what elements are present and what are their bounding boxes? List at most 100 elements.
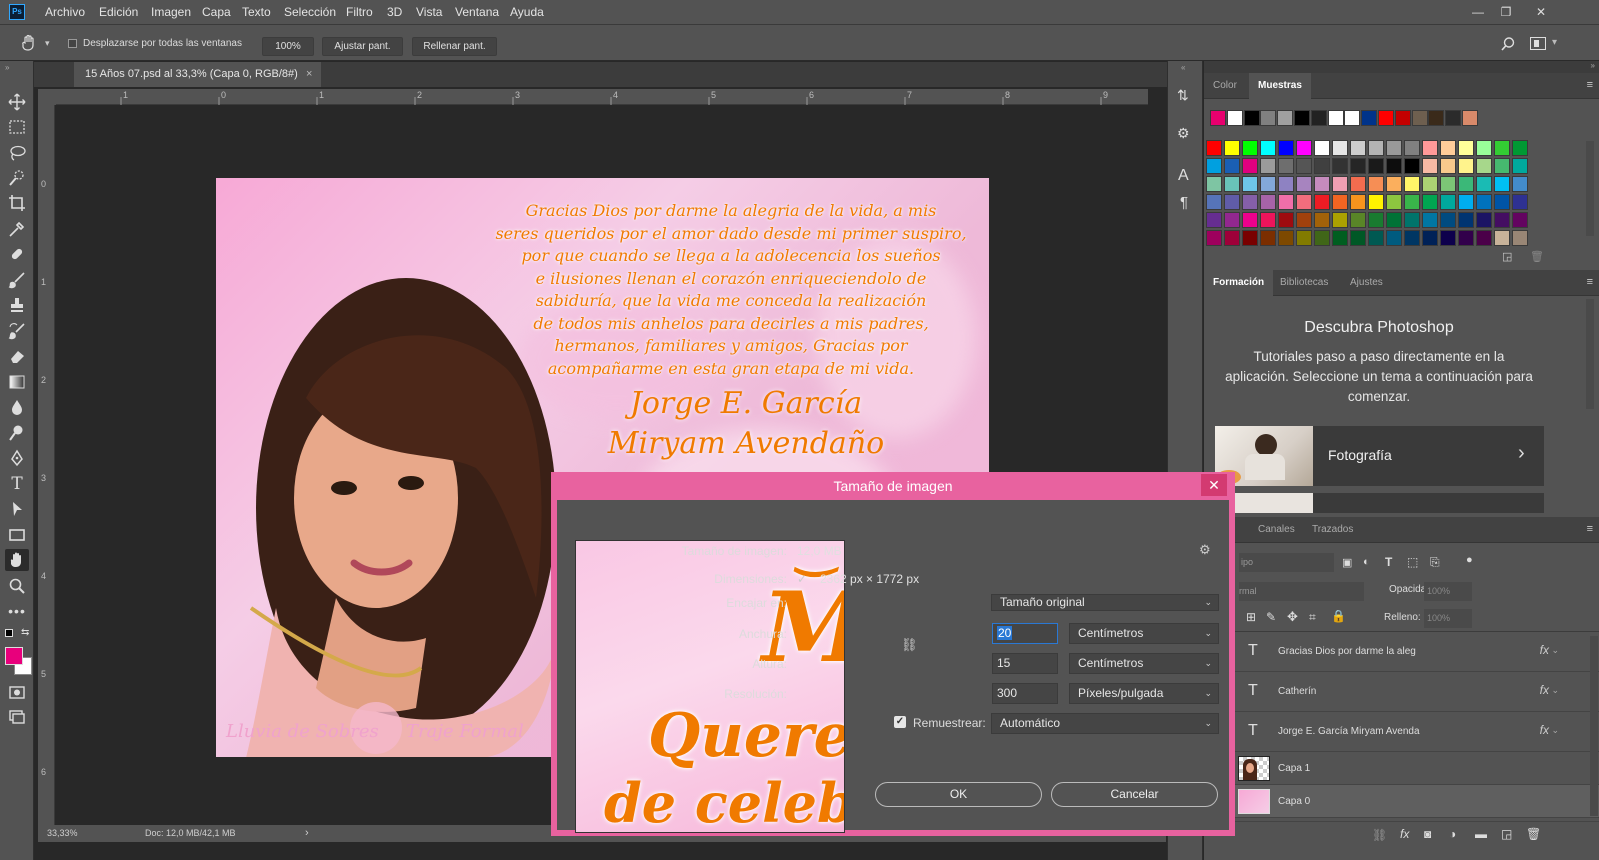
add-mask-icon[interactable]: ◙ <box>1424 827 1431 841</box>
color-swatch[interactable] <box>1440 212 1456 228</box>
color-swatch[interactable] <box>1332 176 1348 192</box>
close-tab-icon[interactable]: × <box>306 62 312 87</box>
width-unit-select[interactable]: Centímetros ⌄ <box>1069 623 1219 644</box>
marquee-tool-icon[interactable] <box>5 116 29 138</box>
color-swatch[interactable] <box>1476 176 1492 192</box>
color-swatch[interactable] <box>1512 212 1528 228</box>
resample-select[interactable]: Automático ⌄ <box>991 713 1219 734</box>
chevron-down-icon[interactable]: ⌄ <box>1551 685 1559 696</box>
status-menu-arrow[interactable]: › <box>305 827 309 839</box>
new-group-icon[interactable]: ▬ <box>1475 827 1487 841</box>
color-swatch[interactable] <box>1242 140 1258 156</box>
menu-ayuda[interactable]: Ayuda <box>510 0 544 25</box>
scroll-all-checkbox[interactable] <box>68 39 77 48</box>
color-swatch[interactable] <box>1394 110 1411 126</box>
resolution-unit-select[interactable]: Píxeles/pulgada ⌄ <box>1069 683 1219 704</box>
menu-ventana[interactable]: Ventana <box>455 0 499 25</box>
color-swatch[interactable] <box>1428 110 1445 126</box>
color-swatch[interactable] <box>1243 110 1260 126</box>
layer-row[interactable]: T Gracias Dios por darme la aleg fx ⌄ <box>1204 632 1599 672</box>
resample-checkbox[interactable]: ✓ <box>894 716 906 728</box>
color-swatch[interactable] <box>1278 194 1294 210</box>
color-swatch[interactable] <box>1350 230 1366 246</box>
color-swatch[interactable] <box>1512 194 1528 210</box>
swap-colors-icon[interactable]: ⇆ <box>21 627 29 638</box>
color-swatch[interactable] <box>1327 110 1344 126</box>
filter-toggle-icon[interactable]: ● <box>1466 554 1473 566</box>
clone-stamp-tool-icon[interactable] <box>5 294 29 316</box>
filter-adjustment-icon[interactable]: ◐ <box>1363 556 1370 568</box>
color-swatch[interactable] <box>1278 212 1294 228</box>
color-swatch[interactable] <box>1494 212 1510 228</box>
color-swatch[interactable] <box>1404 176 1420 192</box>
color-swatch[interactable] <box>1386 140 1402 156</box>
color-swatch[interactable] <box>1512 176 1528 192</box>
close-icon[interactable]: ✕ <box>1529 0 1553 25</box>
pen-tool-icon[interactable] <box>5 447 29 469</box>
color-swatch[interactable] <box>1296 176 1312 192</box>
gradient-tool-icon[interactable] <box>5 371 29 393</box>
color-swatch[interactable] <box>1332 194 1348 210</box>
rectangle-tool-icon[interactable] <box>5 524 29 546</box>
tab-libraries[interactable]: Bibliotecas <box>1271 270 1337 296</box>
gear-icon[interactable]: ⚙ <box>1199 542 1211 558</box>
color-swatch[interactable] <box>1224 176 1240 192</box>
link-layers-icon[interactable]: ⛓ <box>1372 828 1387 842</box>
color-swatch[interactable] <box>1344 110 1361 126</box>
color-swatch[interactable] <box>1314 158 1330 174</box>
color-swatch[interactable] <box>1296 212 1312 228</box>
color-swatch[interactable] <box>1476 230 1492 246</box>
properties-icon[interactable]: ⚙ <box>1177 125 1190 142</box>
color-swatch[interactable] <box>1206 158 1222 174</box>
color-swatch[interactable] <box>1386 230 1402 246</box>
color-swatch[interactable] <box>1368 230 1384 246</box>
color-swatch[interactable] <box>1224 140 1240 156</box>
filter-smart-object-icon[interactable]: ⎘ <box>1430 555 1440 570</box>
color-swatch[interactable] <box>1278 230 1294 246</box>
layer-row[interactable]: T Jorge E. García Miryam Avenda fx ⌄ <box>1204 712 1599 752</box>
dodge-tool-icon[interactable] <box>5 422 29 444</box>
paragraph-icon[interactable]: ¶ <box>1180 194 1188 211</box>
color-swatch[interactable] <box>1242 230 1258 246</box>
panel-menu-icon[interactable]: ≡ <box>1587 523 1593 535</box>
new-swatch-icon[interactable]: ◲ <box>1502 250 1512 263</box>
add-style-icon[interactable]: fx <box>1400 827 1409 841</box>
color-swatch[interactable] <box>1350 140 1366 156</box>
layer-filter-select[interactable]: ipo <box>1239 553 1334 572</box>
color-swatch[interactable] <box>1314 176 1330 192</box>
height-unit-select[interactable]: Centímetros ⌄ <box>1069 653 1219 674</box>
color-swatch[interactable] <box>1206 176 1222 192</box>
color-swatch[interactable] <box>1422 194 1438 210</box>
tab-adjustments[interactable]: Ajustes <box>1341 270 1392 296</box>
lock-transparent-icon[interactable]: ⊞ <box>1246 610 1256 624</box>
color-swatch[interactable] <box>1494 140 1510 156</box>
lock-artboard-icon[interactable]: ⌗ <box>1309 610 1316 625</box>
color-swatch[interactable] <box>1242 212 1258 228</box>
color-swatch[interactable] <box>1440 194 1456 210</box>
resolution-input[interactable]: 300 <box>992 683 1058 704</box>
color-swatch[interactable] <box>1332 230 1348 246</box>
color-swatch[interactable] <box>1242 176 1258 192</box>
color-swatch[interactable] <box>1206 212 1222 228</box>
color-swatch[interactable] <box>1404 158 1420 174</box>
chevron-down-icon[interactable]: ▾ <box>45 38 50 49</box>
color-swatch[interactable] <box>1512 140 1528 156</box>
history-icon[interactable]: ⇅ <box>1177 87 1189 104</box>
color-swatch[interactable] <box>1294 110 1310 126</box>
color-swatch[interactable] <box>1210 110 1226 126</box>
chevron-down-icon[interactable]: ▾ <box>1552 37 1557 48</box>
learn-scrollbar[interactable] <box>1586 299 1594 409</box>
eraser-tool-icon[interactable] <box>5 345 29 367</box>
color-swatch[interactable] <box>1368 212 1384 228</box>
height-input[interactable]: 15 <box>992 653 1058 674</box>
color-swatch[interactable] <box>1462 110 1478 126</box>
blend-mode-select[interactable]: rmal <box>1239 582 1364 601</box>
color-swatch[interactable] <box>1314 212 1330 228</box>
color-swatch[interactable] <box>1296 230 1312 246</box>
color-swatch[interactable] <box>1278 140 1294 156</box>
color-swatch[interactable] <box>1361 110 1378 126</box>
panel-menu-icon[interactable]: ≡ <box>1587 276 1593 288</box>
color-swatch[interactable] <box>1404 140 1420 156</box>
color-swatch[interactable] <box>1206 230 1222 246</box>
color-swatch[interactable] <box>1512 230 1528 246</box>
